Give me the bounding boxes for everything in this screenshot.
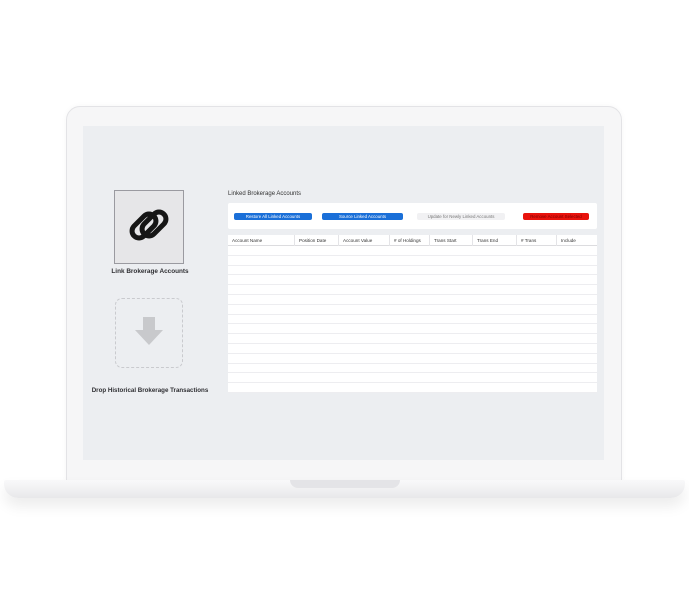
column-header-position-date[interactable]: Position Date [295, 235, 339, 246]
table-row [228, 334, 597, 344]
column-header-trans-end[interactable]: Trans End [473, 235, 517, 246]
table-row [228, 383, 597, 393]
column-header-holdings[interactable]: # of Holdings [390, 235, 430, 246]
table-header: Account Name Position Date Account Value… [228, 235, 597, 246]
link-brokerage-label: Link Brokerage Accounts [111, 268, 189, 275]
column-header-trans-start[interactable]: Trans Start [430, 235, 473, 246]
drop-transactions-label: Drop Historical Brokerage Transactions [91, 387, 209, 394]
section-title: Linked Brokerage Accounts [228, 191, 302, 197]
table-row [228, 295, 597, 305]
transaction-drop-zone[interactable] [115, 298, 183, 368]
table-row [228, 324, 597, 335]
table-row [228, 305, 597, 315]
account-toolbar: Restore All Linked Accounts Source Linke… [228, 203, 597, 229]
table-row [228, 373, 597, 384]
chain-link-icon [125, 201, 173, 254]
table-row [228, 246, 597, 256]
table-body [228, 246, 597, 393]
app-screen: Link Brokerage Accounts Drop Historical … [83, 126, 604, 460]
table-row [228, 256, 597, 266]
column-header-trans-count[interactable]: # Trans [517, 235, 557, 246]
table-row [228, 344, 597, 354]
table-row [228, 354, 597, 364]
remove-account-button[interactable]: Remove Account Selected [523, 213, 589, 220]
restore-all-button[interactable]: Restore All Linked Accounts [234, 213, 312, 220]
table-row [228, 364, 597, 374]
column-header-account-value[interactable]: Account Value [339, 235, 390, 246]
arrow-down-icon [132, 314, 166, 353]
table-row [228, 275, 597, 286]
linked-accounts-table: Account Name Position Date Account Value… [228, 235, 597, 393]
table-row [228, 285, 597, 295]
link-brokerage-tile[interactable] [114, 190, 184, 264]
laptop-notch [290, 480, 400, 488]
table-row [228, 315, 597, 325]
source-accounts-button[interactable]: Source Linked Accounts [322, 213, 403, 220]
table-row [228, 266, 597, 276]
column-header-include[interactable]: Include [557, 235, 597, 246]
update-new-accounts-button[interactable]: Update for Newly Linked Accounts [417, 213, 505, 220]
column-header-account-name[interactable]: Account Name [228, 235, 295, 246]
